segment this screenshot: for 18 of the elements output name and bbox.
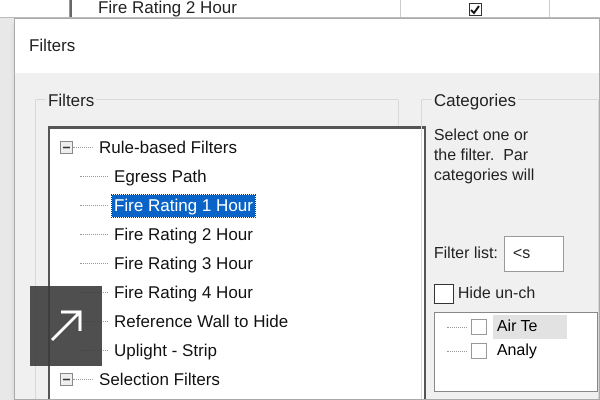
tree-item[interactable]: Rule-based Filters [97,136,239,158]
window-title: Filters [29,35,76,58]
description-text: Select one or [434,126,530,146]
field-label: Filter list: [434,244,498,264]
tree-item[interactable]: Fire Rating 2 Hour [112,224,255,246]
description-text: categories will [434,166,536,186]
tree-item[interactable]: Egress Path [112,166,209,188]
category-item[interactable]: Air Te [492,315,568,339]
checkbox-label: Hide un-ch [458,284,536,304]
filter-list-dropdown[interactable]: <s [504,236,564,272]
tree-item[interactable]: Uplight - Strip [112,340,219,362]
tree-item[interactable]: Selection Filters [97,368,222,390]
tree-item[interactable]: Fire Rating 1 Hour [112,194,255,216]
tree-item[interactable]: Fire Rating 3 Hour [112,252,255,274]
category-item[interactable]: Analy [492,339,567,363]
description-text: the filter. Par [434,146,530,166]
tree-item[interactable]: Reference Wall to Hide [112,310,290,332]
tree-item[interactable]: Fire Rating 4 Hour [112,282,255,304]
